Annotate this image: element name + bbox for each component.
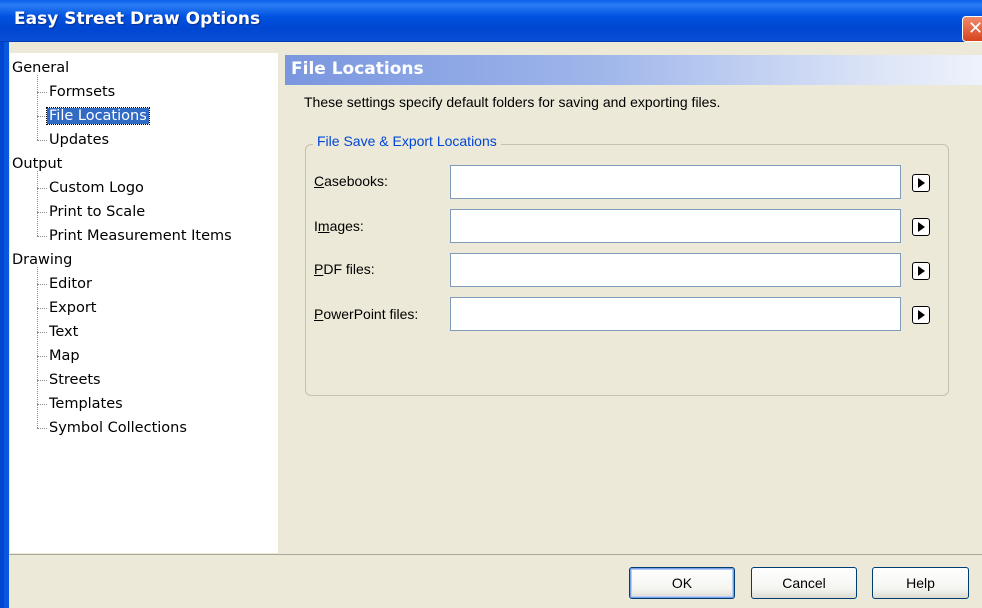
casebooks-path-input[interactable] xyxy=(450,165,901,199)
pdf-files-path-input[interactable] xyxy=(450,253,901,287)
group-title: File Save & Export Locations xyxy=(313,133,501,149)
play-arrow-icon xyxy=(918,222,925,232)
tree-connector xyxy=(37,284,47,285)
play-arrow-icon xyxy=(918,266,925,276)
options-tree[interactable]: General Formsets File Locations Updates … xyxy=(10,53,278,553)
tree-item-output[interactable]: Output xyxy=(12,153,62,175)
tree-connector xyxy=(37,380,47,381)
tree-item-file-locations[interactable]: File Locations xyxy=(46,105,150,127)
tree-item-print-measurement-items[interactable]: Print Measurement Items xyxy=(49,225,232,247)
tree-connector xyxy=(37,308,47,309)
window-title: Easy Street Draw Options xyxy=(14,9,261,29)
tree-item-drawing[interactable]: Drawing xyxy=(12,249,72,271)
settings-panel: File Locations These settings specify de… xyxy=(285,47,982,554)
tree-item-label: General xyxy=(12,60,70,76)
tree-item-symbol-collections[interactable]: Symbol Collections xyxy=(49,417,187,439)
powerpoint-files-browse-button[interactable] xyxy=(912,306,930,324)
tree-connector xyxy=(37,404,47,405)
tree-connector xyxy=(37,356,47,357)
tree-item-print-to-scale[interactable]: Print to Scale xyxy=(49,201,145,223)
tree-item-label: Formsets xyxy=(49,84,116,100)
tree-item-label: Streets xyxy=(49,372,101,388)
tree-item-label: Templates xyxy=(49,396,123,412)
tree-item-label: Print Measurement Items xyxy=(49,228,232,244)
images-path-input[interactable] xyxy=(450,209,901,243)
powerpoint-files-path-input[interactable] xyxy=(450,297,901,331)
close-button[interactable]: ✕ xyxy=(962,16,982,42)
tree-item-label: Drawing xyxy=(12,252,73,268)
images-browse-button[interactable] xyxy=(912,218,930,236)
tree-item-label: Custom Logo xyxy=(49,180,144,196)
tree-item-text[interactable]: Text xyxy=(49,321,78,343)
pane-splitter[interactable] xyxy=(278,47,285,554)
tree-item-label: Symbol Collections xyxy=(49,420,187,436)
cancel-button[interactable]: Cancel xyxy=(751,567,857,599)
panel-title: File Locations xyxy=(291,59,424,79)
casebooks-label: Casebooks: xyxy=(314,173,388,189)
tree-item-label: Editor xyxy=(49,276,92,292)
play-arrow-icon xyxy=(918,178,925,188)
window-frame-left-inner xyxy=(4,42,9,608)
close-icon: ✕ xyxy=(968,18,982,39)
tree-item-export[interactable]: Export xyxy=(49,297,96,319)
play-arrow-icon xyxy=(918,310,925,320)
tree-connector xyxy=(37,236,47,237)
tree-item-label: Text xyxy=(49,324,79,340)
panel-description: These settings specify default folders f… xyxy=(304,94,721,110)
tree-item-label: Print to Scale xyxy=(49,204,146,220)
tree-item-label: Updates xyxy=(49,132,110,148)
tree-connector xyxy=(37,116,47,117)
tree-connector xyxy=(37,92,47,93)
title-bar: Easy Street Draw Options ✕ xyxy=(0,0,982,42)
tree-connector xyxy=(37,75,38,140)
powerpoint-files-label: PowerPoint files: xyxy=(314,306,419,322)
tree-connector xyxy=(37,332,47,333)
tree-item-label: Output xyxy=(12,156,63,172)
tree-item-streets[interactable]: Streets xyxy=(49,369,101,391)
tree-item-formsets[interactable]: Formsets xyxy=(49,81,115,103)
tree-item-templates[interactable]: Templates xyxy=(49,393,123,415)
tree-item-general[interactable]: General xyxy=(12,57,69,79)
casebooks-browse-button[interactable] xyxy=(912,174,930,192)
tree-item-custom-logo[interactable]: Custom Logo xyxy=(49,177,144,199)
tree-item-updates[interactable]: Updates xyxy=(49,129,109,151)
tree-item-label: Map xyxy=(49,348,80,364)
ok-button[interactable]: OK xyxy=(629,567,735,599)
tree-item-label: File Locations xyxy=(46,107,150,125)
tree-connector xyxy=(37,212,47,213)
pdf-files-browse-button[interactable] xyxy=(912,262,930,280)
tree-connector xyxy=(37,188,47,189)
tree-connector xyxy=(37,140,47,141)
tree-connector xyxy=(37,428,47,429)
pdf-files-label: PDF files: xyxy=(314,261,375,277)
tree-item-editor[interactable]: Editor xyxy=(49,273,92,295)
tree-item-map[interactable]: Map xyxy=(49,345,80,367)
help-button[interactable]: Help xyxy=(872,567,969,599)
panel-header: File Locations xyxy=(285,55,982,85)
images-label: Images: xyxy=(314,218,364,234)
tree-item-label: Export xyxy=(49,300,97,316)
tree-connector xyxy=(37,171,38,236)
